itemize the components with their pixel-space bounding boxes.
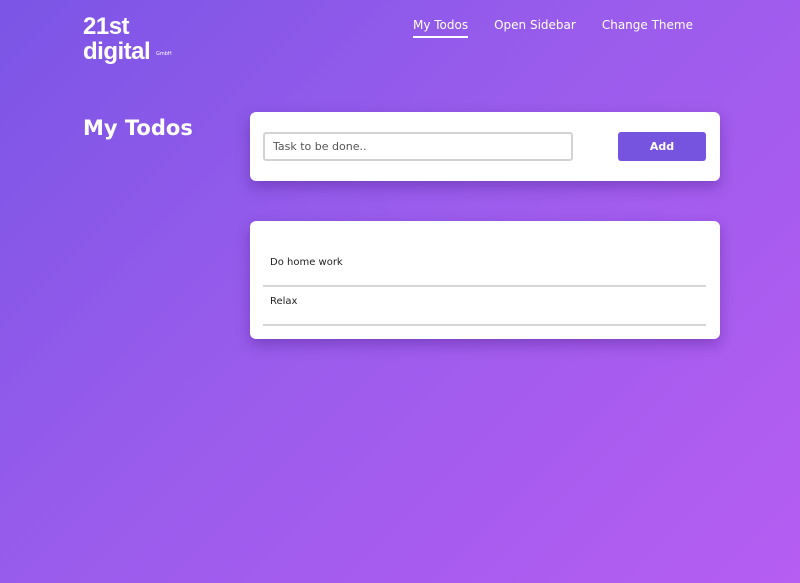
todo-item[interactable]: Do home work [263, 249, 706, 287]
todo-item[interactable]: Relax [263, 288, 706, 326]
logo[interactable]: 21st digital GmbH [83, 13, 172, 65]
logo-line-1: 21st [83, 13, 130, 40]
add-button[interactable]: Add [618, 132, 706, 161]
nav-open-sidebar[interactable]: Open Sidebar [494, 17, 576, 38]
task-input[interactable] [263, 132, 573, 161]
logo-line-2: digital [83, 38, 151, 65]
top-nav: My Todos Open Sidebar Change Theme [412, 17, 693, 38]
logo-suffix: GmbH [156, 51, 172, 57]
page-title: My Todos [83, 116, 193, 140]
add-todo-card: Add [250, 112, 720, 181]
todo-list: Do home work Relax [250, 249, 720, 326]
nav-my-todos[interactable]: My Todos [412, 17, 469, 38]
nav-change-theme[interactable]: Change Theme [602, 17, 693, 38]
todo-list-card: Do home work Relax [250, 221, 720, 339]
